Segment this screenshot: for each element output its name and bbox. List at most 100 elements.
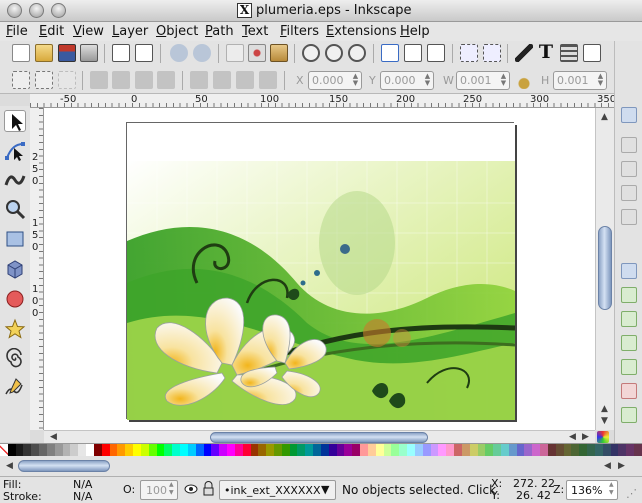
color-swatch[interactable] [23,444,32,456]
zoom-page-icon[interactable] [348,44,366,62]
node-tool-icon[interactable] [4,140,26,162]
color-swatch[interactable] [15,444,24,456]
color-swatch[interactable] [78,444,87,456]
color-swatch[interactable] [516,444,525,456]
color-swatch[interactable] [117,444,126,456]
color-swatch[interactable] [587,444,595,456]
lock-icon[interactable] [515,71,533,89]
scroll-up-icon[interactable]: ▲ [601,112,608,122]
x-input[interactable]: 0.000 ▲ ▼ [308,71,362,90]
color-swatch[interactable] [367,444,376,456]
layers-icon[interactable] [560,44,578,62]
color-swatch[interactable] [219,444,228,456]
horizontal-scrollbar[interactable]: ◀ ◀ ▶ [44,430,595,443]
3d-box-tool-icon[interactable] [4,258,26,280]
zoom-input[interactable]: 136% ▲ ▼ [566,480,618,500]
color-swatch[interactable] [430,444,439,456]
undo-icon[interactable] [170,44,188,62]
color-swatch[interactable] [383,444,392,456]
scroll-right-icon[interactable]: ▶ [582,432,589,442]
spin-arrows-icon[interactable]: ▲ ▼ [596,73,605,88]
close-window-button[interactable] [7,3,22,18]
color-swatch[interactable] [211,444,220,456]
color-swatch[interactable] [164,444,173,456]
scroll-right-icon[interactable]: ▶ [618,461,625,471]
color-swatch[interactable] [407,444,415,456]
horizontal-scroll-thumb[interactable] [210,432,428,443]
color-swatch[interactable] [469,444,478,456]
export-icon[interactable] [135,44,153,62]
color-swatch[interactable] [313,444,321,456]
color-swatch[interactable] [54,444,63,456]
raise-to-top-icon[interactable] [190,71,208,89]
color-swatch[interactable] [109,444,118,456]
snap-center-icon[interactable] [621,407,637,423]
spin-arrows-icon[interactable]: ▲ ▼ [351,73,360,88]
stroke-value[interactable]: N/A [73,490,92,503]
color-swatch[interactable] [563,444,572,456]
drawing-canvas[interactable] [44,108,595,430]
duplicate-icon[interactable] [381,44,399,62]
xml-editor-icon[interactable] [583,44,601,62]
color-swatch[interactable] [133,444,141,456]
color-swatch[interactable] [579,444,588,456]
snap-smooth-nodes-icon[interactable] [621,359,637,375]
save-icon[interactable] [58,44,76,62]
color-swatch[interactable] [7,444,16,456]
menu-view[interactable]: View [73,24,104,39]
color-swatch[interactable] [438,444,447,456]
color-swatch[interactable] [148,444,157,456]
spin-arrows-icon[interactable]: ▲ ▼ [423,73,432,88]
color-swatch[interactable] [172,444,181,456]
select-all-icon[interactable] [12,71,30,89]
color-swatch[interactable] [422,444,431,456]
menu-layer[interactable]: Layer [112,24,148,39]
color-swatch[interactable] [195,444,204,456]
scroll-left-icon[interactable]: ◀ [604,461,611,471]
zoom-drawing-icon[interactable] [325,44,343,62]
color-swatch[interactable] [250,444,259,456]
color-swatch[interactable] [610,444,619,456]
color-swatch[interactable] [571,444,580,456]
lower-icon[interactable] [236,71,254,89]
snap-nodes-icon[interactable] [621,263,637,279]
color-swatch[interactable] [352,444,361,456]
color-swatch[interactable] [242,444,251,456]
color-swatch[interactable] [320,444,329,456]
copy-icon[interactable] [226,44,244,62]
color-swatch[interactable] [485,444,494,456]
color-swatch[interactable] [140,444,149,456]
scroll-left-icon[interactable]: ◀ [569,432,576,442]
open-folder-icon[interactable] [35,44,53,62]
ungroup-icon[interactable] [483,44,501,62]
snap-bbox-edges-icon[interactable] [621,161,637,177]
resize-grip-icon[interactable]: ⋰ [626,487,637,500]
color-swatch[interactable] [594,444,603,456]
color-swatch[interactable] [101,444,110,456]
eye-visibility-icon[interactable] [184,483,198,495]
snap-bbox-midpoints-icon[interactable] [621,209,637,225]
zoom-tool-icon[interactable] [4,198,26,220]
menu-file[interactable]: File [6,24,28,39]
color-swatch[interactable] [626,444,635,456]
snap-paths-icon[interactable] [621,287,637,303]
color-swatch[interactable] [289,444,298,456]
color-swatch[interactable] [524,444,533,456]
cut-icon[interactable] [248,44,266,62]
color-swatch[interactable] [477,444,486,456]
color-palette[interactable] [0,443,642,456]
minimize-window-button[interactable] [29,3,44,18]
menu-extensions[interactable]: Extensions [326,24,397,39]
text-font-icon[interactable]: T [537,43,555,62]
color-swatch[interactable] [46,444,55,456]
color-swatch[interactable] [344,444,353,456]
horizontal-ruler[interactable]: -50 0 50 100 150 200 250 300 350 [30,94,616,108]
color-swatch[interactable] [501,444,509,456]
palette-scroll-thumb[interactable] [18,460,110,472]
color-swatch[interactable] [602,444,611,456]
color-swatch[interactable] [156,444,165,456]
clone-icon[interactable] [404,44,422,62]
color-swatch[interactable] [258,444,267,456]
menu-text[interactable]: Text [242,24,268,39]
paste-icon[interactable] [270,44,288,62]
